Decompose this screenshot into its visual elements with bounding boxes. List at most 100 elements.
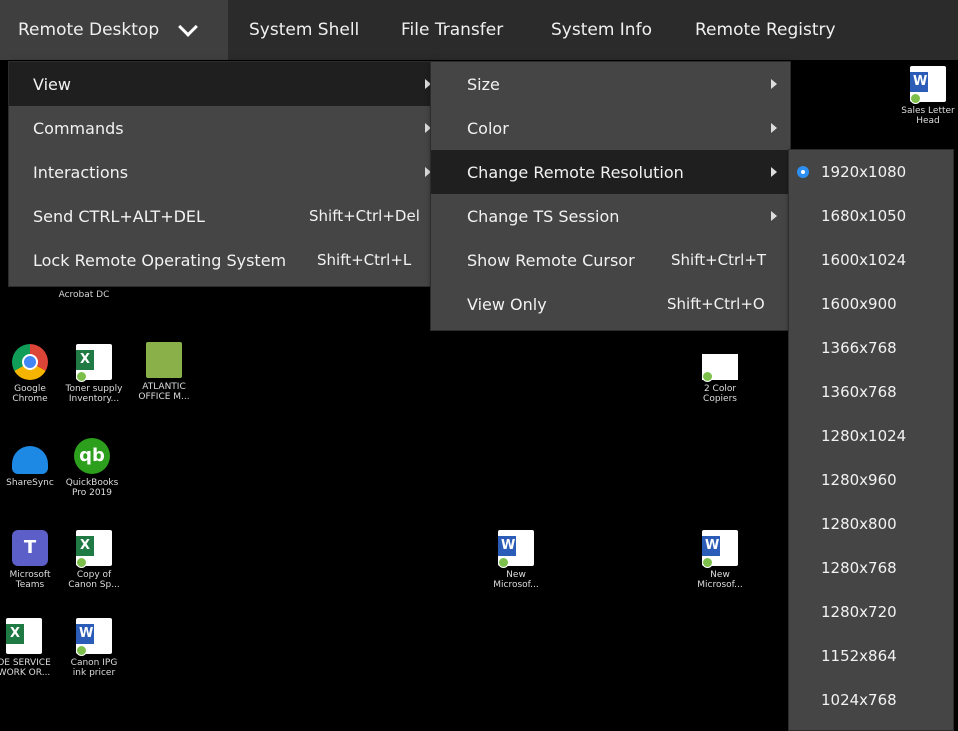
cloud-icon [12, 446, 48, 474]
desktop-icon-toner-supply[interactable]: Toner supply Inventory... [64, 344, 124, 404]
menu-item-view[interactable]: View [9, 62, 432, 106]
resolution-option[interactable]: 1152x864 [789, 634, 953, 678]
desktop-icon-label: Sales Letter Head [901, 106, 955, 126]
submenu-arrow-icon [771, 79, 777, 89]
submenu-arrow-icon [771, 167, 777, 177]
menu-item-shortcut: Shift+Ctrl+O [667, 295, 765, 313]
desktop-icon-label: Copy of Canon Sp... [68, 570, 120, 590]
resolution-option[interactable]: 1600x900 [789, 282, 953, 326]
desktop-icon-oe-service[interactable]: OE SERVICE WORK OR... [0, 618, 54, 678]
radio-selected-icon [797, 166, 809, 178]
sync-badge-icon [702, 557, 713, 568]
desktop-icon-new-microsoft-1[interactable]: New Microsof... [486, 530, 546, 590]
resolution-option[interactable]: 1280x800 [789, 502, 953, 546]
resolution-label: 1366x768 [821, 339, 897, 357]
word-file-icon [910, 66, 946, 104]
desktop-icon-label: ShareSync [6, 478, 54, 488]
resolution-submenu: 1920x1080 1680x1050 1600x1024 1600x900 1… [788, 149, 954, 731]
resolution-option[interactable]: 1366x768 [789, 326, 953, 370]
resolution-option[interactable]: 1680x1050 [789, 194, 953, 238]
menu-item-label: Change TS Session [467, 206, 620, 226]
desktop-icon-2-color-copiers[interactable]: 2 Color Copiers [690, 348, 750, 404]
resolution-option[interactable]: 1360x768 [789, 370, 953, 414]
menu-item-label: Interactions [33, 162, 129, 182]
desktop-icon-copy-of-canon[interactable]: Copy of Canon Sp... [64, 530, 124, 590]
desktop-icon-microsoft-teams[interactable]: T Microsoft Teams [0, 530, 60, 590]
menu-item-label: Lock Remote Operating System [33, 250, 287, 270]
menu-item-commands[interactable]: Commands [9, 106, 432, 150]
menu-item-shortcut: Shift+Ctrl+L [317, 251, 412, 269]
desktop-icon-label: 2 Color Copiers [703, 384, 737, 404]
menu-item-color[interactable]: Color [431, 106, 790, 150]
menu-item-shortcut: Shift+Ctrl+T [671, 251, 767, 269]
resolution-option[interactable]: 1280x720 [789, 590, 953, 634]
sync-badge-icon [76, 371, 87, 382]
desktop-icon-quickbooks[interactable]: qb QuickBooks Pro 2019 [62, 438, 122, 498]
desktop-icon-label: Canon IPG ink pricer [70, 658, 118, 678]
desktop-icon-new-microsoft-2[interactable]: New Microsof... [690, 530, 750, 590]
envelope-icon [702, 354, 738, 382]
menu-item-view-only[interactable]: View Only Shift+Ctrl+O [431, 282, 790, 326]
tab-system-info[interactable]: System Info [551, 0, 652, 60]
resolution-label: 1600x900 [821, 295, 897, 313]
menu-item-show-remote-cursor[interactable]: Show Remote Cursor Shift+Ctrl+T [431, 238, 790, 282]
tab-file-transfer[interactable]: File Transfer [401, 0, 503, 60]
resolution-option[interactable]: 1920x1080 [789, 150, 953, 194]
tab-label: Remote Registry [695, 20, 836, 40]
submenu-arrow-icon [771, 123, 777, 133]
desktop-icon-google-chrome[interactable]: Google Chrome [0, 344, 60, 404]
menu-item-label: Color [467, 118, 509, 138]
desktop-icon-label: OE SERVICE WORK OR... [0, 658, 51, 678]
desktop-icon-label: QuickBooks Pro 2019 [65, 478, 119, 498]
menu-item-change-remote-resolution[interactable]: Change Remote Resolution [431, 150, 790, 194]
desktop-icon-label: Toner supply Inventory... [65, 384, 123, 404]
resolution-label: 1280x720 [821, 603, 897, 621]
desktop-icon-canon-ipg[interactable]: Canon IPG ink pricer [64, 618, 124, 678]
resolution-option[interactable]: 1280x960 [789, 458, 953, 502]
resolution-option[interactable]: 1280x1024 [789, 414, 953, 458]
sync-badge-icon [76, 645, 87, 656]
top-nav: Remote Desktop System Shell File Transfe… [0, 0, 958, 60]
word-file-icon [498, 530, 534, 568]
menu-item-size[interactable]: Size [431, 62, 790, 106]
desktop-icon-sharesync[interactable]: ShareSync [0, 440, 60, 488]
desktop-icon-atlantic-office[interactable]: ATLANTIC OFFICE M... [134, 342, 194, 402]
resolution-label: 1280x800 [821, 515, 897, 533]
resolution-label: 1360x768 [821, 383, 897, 401]
chrome-icon [12, 344, 48, 380]
resolution-option[interactable]: 1600x1024 [789, 238, 953, 282]
menu-item-label: Show Remote Cursor [467, 250, 635, 270]
tab-label: System Info [551, 20, 652, 40]
view-submenu: Size Color Change Remote Resolution Chan… [430, 61, 791, 331]
tab-remote-registry[interactable]: Remote Registry [695, 0, 836, 60]
tab-remote-desktop[interactable]: Remote Desktop [0, 0, 228, 60]
tab-label: File Transfer [401, 20, 504, 40]
desktop-icon-label: Microsoft Teams [9, 570, 51, 590]
chevron-down-icon[interactable] [178, 17, 199, 37]
tab-label: System Shell [249, 20, 360, 40]
desktop-icon-label: New Microsof... [493, 570, 539, 590]
menu-item-label: Size [467, 74, 500, 94]
resolution-label: 1600x1024 [821, 251, 907, 269]
desktop-icon-sales-letter-head[interactable]: Sales Letter Head [898, 66, 958, 126]
resolution-option[interactable]: 1024x768 [789, 678, 953, 722]
resolution-label: 1280x960 [821, 471, 897, 489]
menu-item-lock-remote-os[interactable]: Lock Remote Operating System Shift+Ctrl+… [9, 238, 432, 282]
menu-item-label: Send CTRL+ALT+DEL [33, 206, 205, 226]
word-file-icon [702, 530, 738, 568]
resolution-option[interactable]: 1280x768 [789, 546, 953, 590]
menu-item-label: View [33, 74, 71, 94]
resolution-label: 1280x768 [821, 559, 897, 577]
resolution-label: 1680x1050 [821, 207, 907, 225]
teams-icon: T [12, 530, 48, 566]
excel-file-icon [76, 530, 112, 568]
menu-item-label: View Only [467, 294, 547, 314]
word-file-icon [76, 618, 112, 656]
desktop-icon-label: New Microsof... [697, 570, 743, 590]
quickbooks-icon: qb [74, 438, 110, 474]
menu-item-interactions[interactable]: Interactions [9, 150, 432, 194]
menu-item-send-ctrl-alt-del[interactable]: Send CTRL+ALT+DEL Shift+Ctrl+Del [9, 194, 432, 238]
menu-item-change-ts-session[interactable]: Change TS Session [431, 194, 790, 238]
tab-system-shell[interactable]: System Shell [249, 0, 359, 60]
excel-file-icon [76, 344, 112, 382]
